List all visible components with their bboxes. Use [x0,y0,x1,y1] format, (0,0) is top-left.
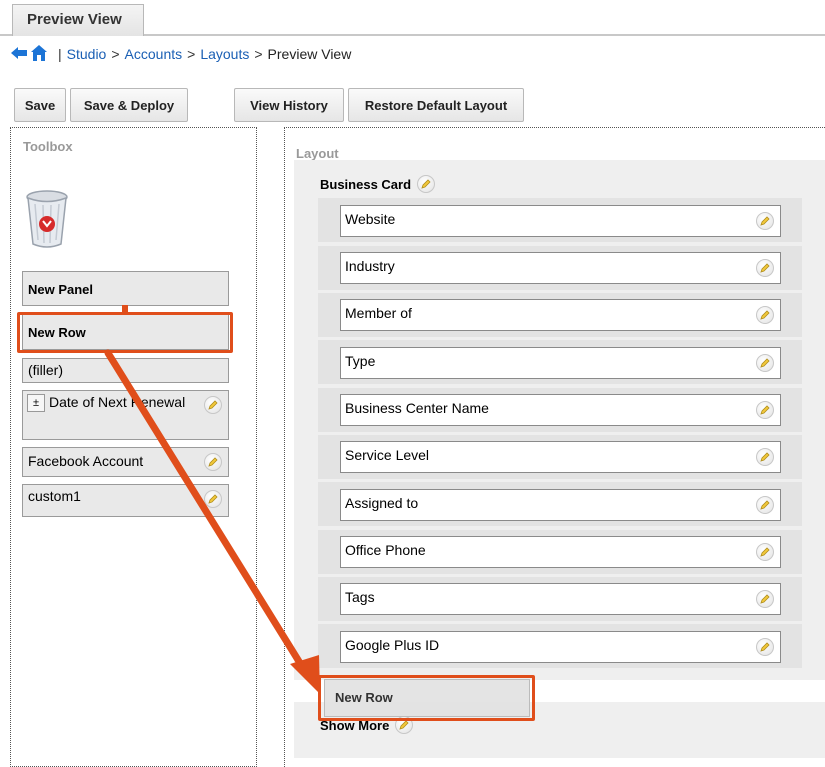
arrow-annotation [104,305,320,694]
